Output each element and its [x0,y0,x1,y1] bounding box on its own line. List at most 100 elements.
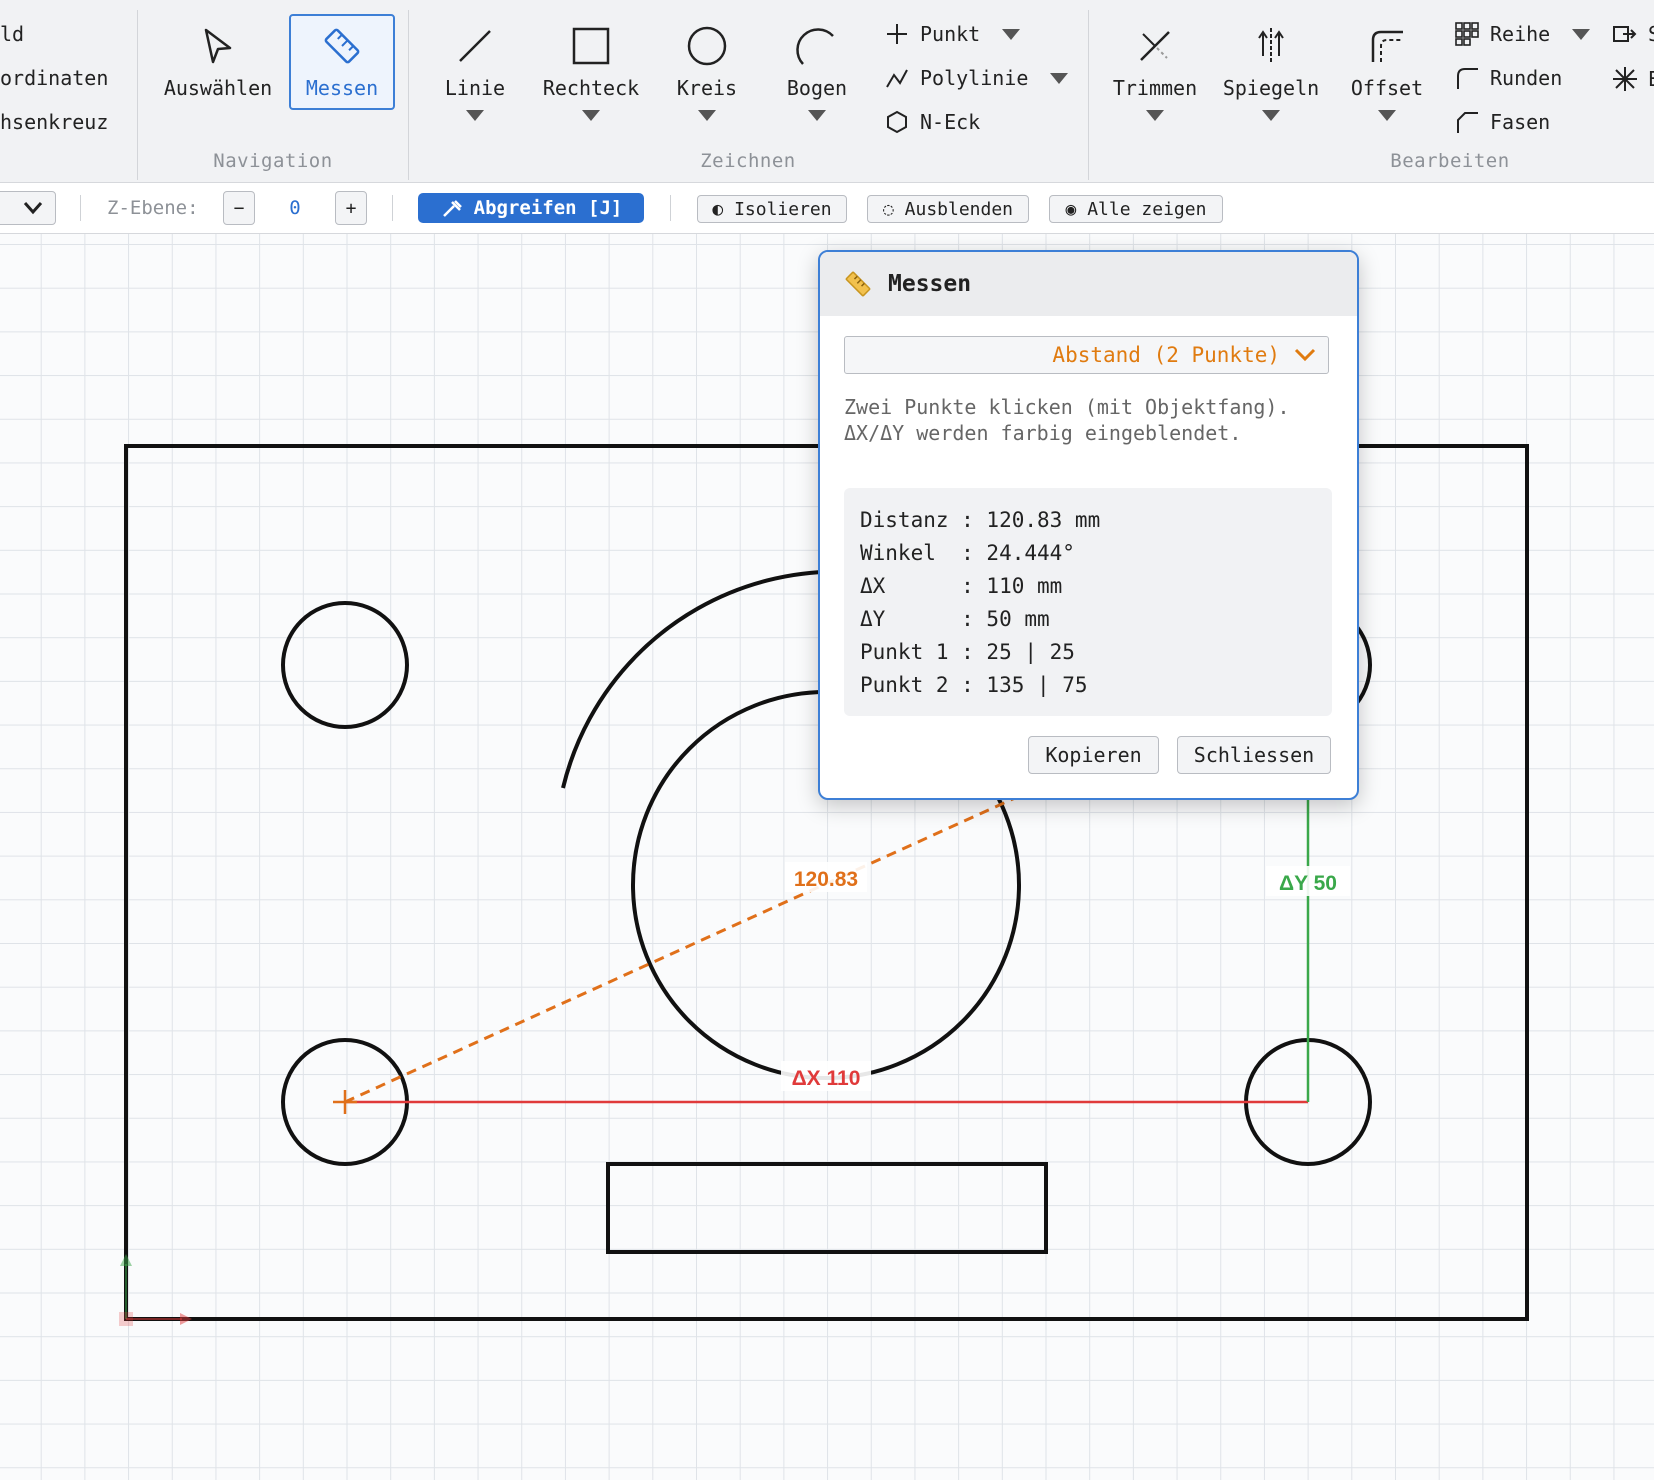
chevron-down-icon[interactable] [1002,28,1021,40]
measure-dialog: Messen Abstand (2 Punkte) Zwei Punkte kl… [818,250,1359,800]
measure-tool-label: Messen [305,76,379,100]
cursor-arrow-icon [200,16,236,76]
chevron-down-icon[interactable] [582,110,600,121]
measure-tool-button[interactable]: Messen [289,14,395,110]
copy-button[interactable]: Kopieren [1028,736,1159,774]
ngon-tool-button[interactable]: N-Eck [882,110,980,134]
origin-y-arrow [120,1254,132,1266]
dx-label: ΔX 110 [792,1067,861,1090]
chevron-down-icon[interactable] [1378,110,1396,121]
chevron-down-icon [1294,348,1316,362]
close-button[interactable]: Schliessen [1177,736,1331,774]
polyline-tool-label: Polylinie [920,66,1029,90]
z-level-increment-button[interactable]: + [335,191,367,225]
rectangle-icon [570,16,612,76]
z-level-decrement-button[interactable]: − [223,191,255,225]
hexagon-icon [882,110,912,134]
navigation-group-label: Navigation [213,150,333,172]
zeichnen-group-label: Zeichnen [700,150,796,172]
chevron-down-icon[interactable] [1262,110,1280,121]
offset-tool-button[interactable]: Offset [1337,16,1437,121]
z-level-label: Z-Ebene: [107,197,199,219]
array-tool-label: Reihe [1490,22,1551,46]
offset-icon [1367,16,1407,76]
layer-select[interactable] [0,191,56,225]
measure-description: Zwei Punkte klicken (mit Objektfang). ΔX… [844,395,1290,445]
array-tool-button[interactable]: Reihe [1452,22,1591,46]
fillet-tool-button[interactable]: Runden [1452,66,1562,90]
arc-tool-button[interactable]: Bogen [767,16,867,121]
layer-toolbar: Z-Ebene: − 0 + Abgreifen [J] ◐ Isolieren… [0,183,1654,234]
select-tool-label: Auswählen [163,76,273,100]
chevron-down-icon [23,202,43,215]
chevron-down-icon[interactable] [1146,110,1164,121]
fillet-tool-label: Runden [1490,66,1563,90]
line-icon [454,16,496,76]
grid-array-icon [1452,22,1482,46]
circle-tool-label: Kreis [676,76,738,100]
point-tool-label: Punkt [920,22,981,46]
rect-tool-button[interactable]: Rechteck [535,16,647,121]
origin-x-arrow [180,1313,192,1325]
measure-mode-select[interactable]: Abstand (2 Punkte) [844,336,1329,374]
chevron-down-icon[interactable] [466,110,484,121]
dialog-header[interactable]: Messen [820,252,1357,316]
trim-tool-button[interactable]: Trimmen [1105,16,1205,121]
arc-icon [795,16,839,76]
chamfer-tool-button[interactable]: Fasen [1452,110,1550,134]
scale-icon [1610,24,1640,44]
scale-tool-label: S [1648,22,1654,46]
rect-tool-label: Rechteck [542,76,640,100]
distance-label: 120.83 [794,868,858,891]
file-group-item-1[interactable]: ld [0,22,24,46]
polyline-tool-button[interactable]: Polylinie [882,66,1069,90]
polyline-icon [882,67,912,89]
dy-label: ΔY 50 [1279,872,1337,895]
line-tool-button[interactable]: Linie [425,16,525,121]
mirror-tool-label: Spiegeln [1222,76,1320,100]
line-tool-label: Linie [444,76,506,100]
point1-crosshair [333,1090,357,1114]
chamfer-icon [1452,110,1482,134]
ribbon: ld ordinaten hsenkreuz Auswählen Messen … [0,0,1654,183]
mirror-tool-button[interactable]: Spiegeln [1219,16,1323,121]
z-level-value[interactable]: 0 [270,183,320,233]
chevron-down-icon[interactable] [808,110,826,121]
chevron-down-icon[interactable] [698,110,716,121]
asterisk-icon [1610,66,1640,92]
chamfer-tool-label: Fasen [1490,110,1551,134]
point-tool-button[interactable]: Punkt [882,22,1021,46]
group-separator [1088,10,1089,180]
ruler-icon [844,270,872,298]
select-tool-button[interactable]: Auswählen [158,16,278,100]
bearbeiten-group-label: Bearbeiten [1390,150,1510,172]
trim-tool-label: Trimmen [1112,76,1198,100]
toolbar-separator [392,195,393,221]
hide-button[interactable]: ◌ Ausblenden [867,195,1029,223]
pick-button[interactable]: Abgreifen [J] [418,193,644,223]
chevron-down-icon[interactable] [1572,28,1591,40]
coordinates-item[interactable]: ordinaten [0,66,108,90]
ruler-icon [320,16,364,76]
measure-mode-value: Abstand (2 Punkte) [1052,343,1280,367]
crosshair-item[interactable]: hsenkreuz [0,110,108,134]
scale-tool-button[interactable]: S [1610,22,1654,46]
pick-label: Abgreifen [J] [473,197,623,219]
toolbar-separator [670,195,671,221]
chevron-down-icon[interactable] [1050,72,1069,84]
ngon-tool-label: N-Eck [920,110,981,134]
circle-tool-button[interactable]: Kreis [657,16,757,121]
hole-top-left[interactable] [281,601,409,729]
fillet-icon [1452,66,1482,90]
slot-rectangle[interactable] [606,1162,1048,1254]
show-all-button[interactable]: ◉ Alle zeigen [1049,195,1223,223]
origin-marker [119,1312,133,1326]
explode-tool-button[interactable]: E [1610,66,1654,92]
dialog-title: Messen [888,271,972,297]
mirror-icon [1251,16,1291,76]
plus-icon [882,23,912,45]
trim-icon [1135,16,1175,76]
eyedropper-icon [442,200,462,217]
circle-icon [685,16,729,76]
isolate-button[interactable]: ◐ Isolieren [697,195,847,223]
